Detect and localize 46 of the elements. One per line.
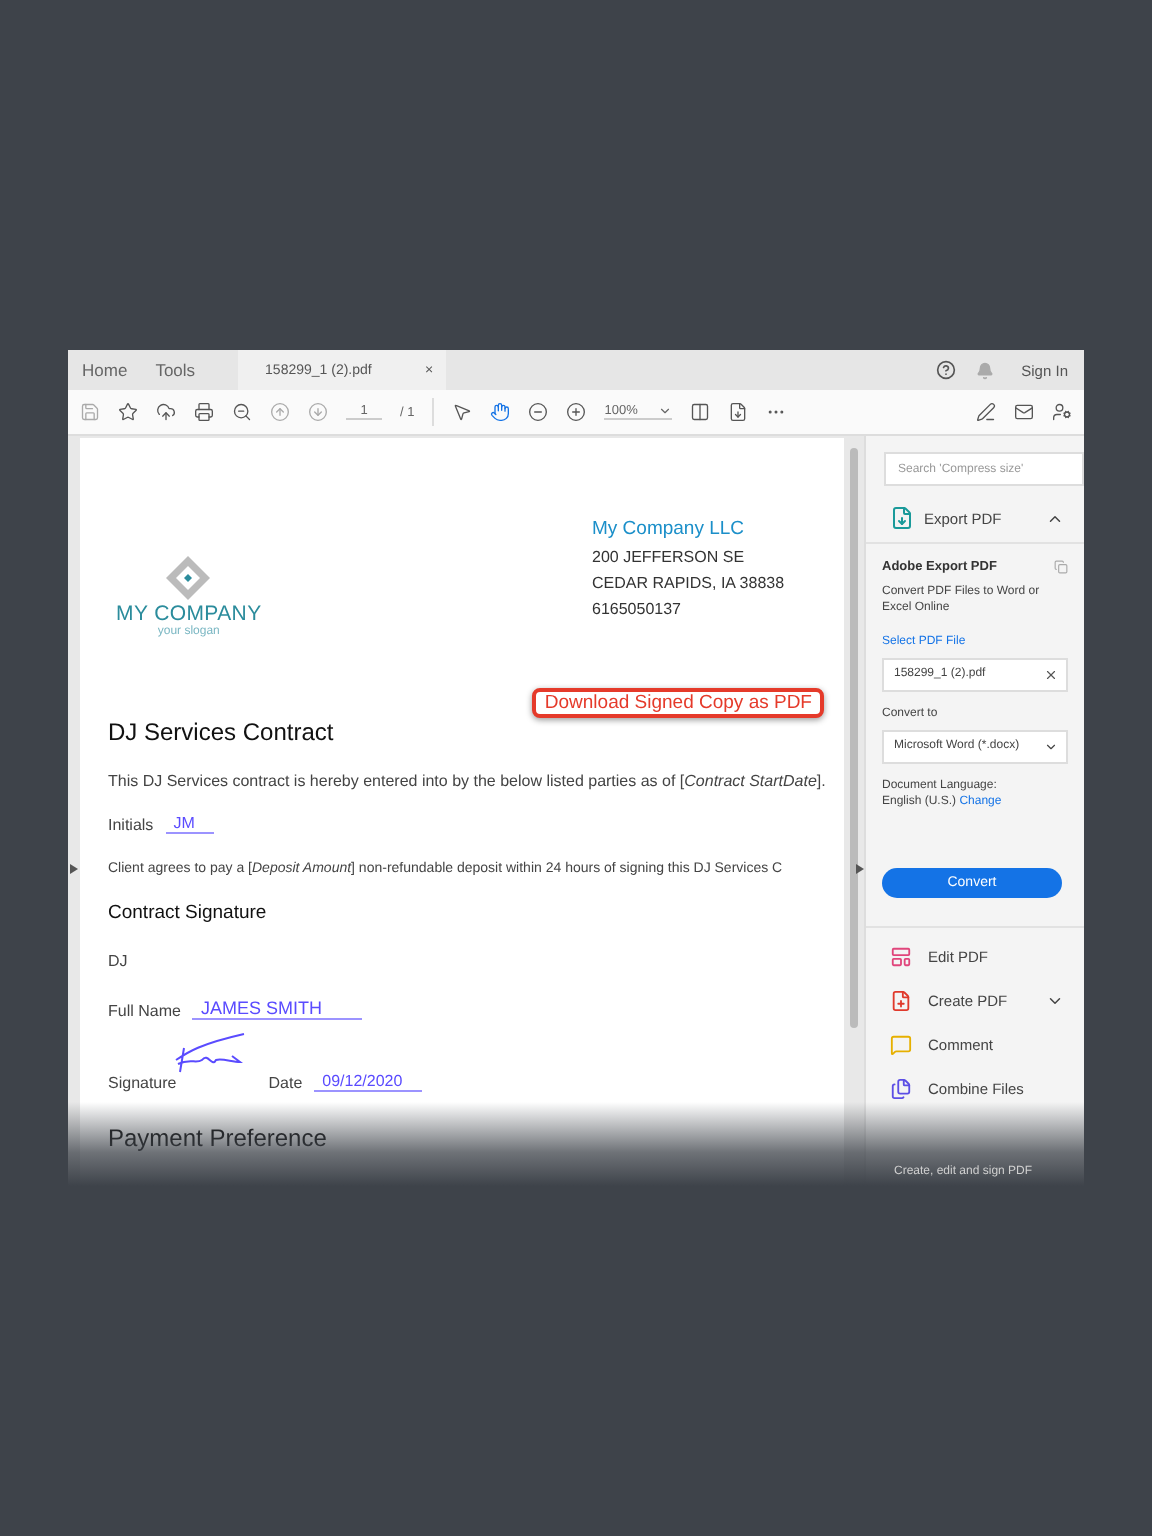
full-name-field[interactable]: JAMES SMITH bbox=[192, 998, 362, 1020]
pen-icon[interactable] bbox=[976, 402, 996, 422]
company-address-line: CEDAR RAPIDS, IA 38838 bbox=[592, 574, 787, 592]
hand-icon[interactable] bbox=[490, 402, 511, 422]
layout-icon bbox=[890, 946, 912, 969]
company-name: My Company LLC bbox=[592, 518, 747, 540]
party-label: DJ bbox=[108, 952, 130, 970]
files-icon bbox=[890, 1078, 912, 1101]
help-icon[interactable] bbox=[935, 360, 956, 380]
expand-arrow-icon bbox=[856, 864, 864, 874]
comment-icon bbox=[890, 1034, 912, 1057]
file-plus-icon bbox=[890, 990, 912, 1013]
expand-arrow-icon bbox=[70, 864, 78, 874]
plus-icon[interactable] bbox=[566, 402, 587, 422]
download-button[interactable]: Download Signed Copy as PDF bbox=[532, 688, 824, 718]
user-settings-icon[interactable] bbox=[1052, 402, 1072, 422]
export-icon bbox=[890, 506, 914, 530]
page-fit-icon[interactable] bbox=[690, 402, 711, 422]
menu-tab[interactable]: Tools bbox=[141, 360, 210, 380]
minus-icon[interactable] bbox=[528, 402, 549, 422]
clear-icon[interactable] bbox=[1044, 667, 1058, 682]
contract-title: DJ Services Contract bbox=[108, 718, 336, 746]
date-label: Date bbox=[268, 1074, 303, 1092]
logo-name: MY COMPANY bbox=[116, 602, 262, 626]
company-address-line: 200 JEFFERSON SE bbox=[592, 548, 747, 566]
mail-icon[interactable] bbox=[1014, 402, 1034, 422]
caret-icon[interactable] bbox=[658, 404, 673, 418]
logo-icon bbox=[164, 554, 213, 602]
section-heading: Contract Signature bbox=[108, 902, 269, 924]
star-icon[interactable] bbox=[118, 402, 138, 422]
initials-label: Initials bbox=[108, 816, 154, 834]
company-address-line: 6165050137 bbox=[592, 600, 683, 618]
menu-tab[interactable]: Home bbox=[68, 360, 142, 380]
date-field[interactable]: 09/12/2020 bbox=[314, 1072, 423, 1092]
print-icon[interactable] bbox=[194, 402, 214, 422]
signature-drawing bbox=[172, 1032, 249, 1076]
initials-field[interactable]: JM bbox=[165, 814, 215, 834]
chevron-icon[interactable] bbox=[1044, 739, 1058, 754]
pointer-icon[interactable] bbox=[452, 402, 473, 422]
download-icon[interactable] bbox=[728, 402, 749, 422]
signature-label: Signature bbox=[108, 1074, 177, 1092]
upload-icon[interactable] bbox=[156, 402, 176, 422]
zoom-out-icon[interactable] bbox=[232, 402, 252, 422]
section-heading: Payment Preference bbox=[108, 1124, 329, 1152]
intro-paragraph: This DJ Services contract is hereby entered into by the below listed parties as of [Contract StartDate]. bbox=[108, 772, 828, 790]
full-name-label: Full Name bbox=[108, 1002, 181, 1020]
